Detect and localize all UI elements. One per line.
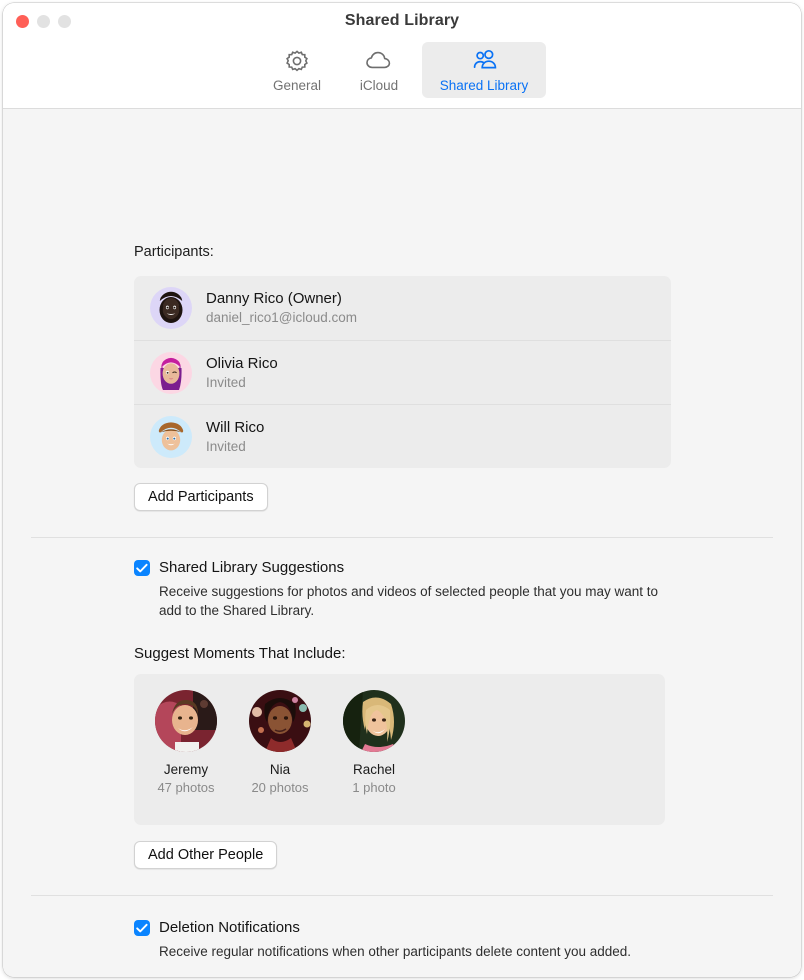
suggested-person-count: 20 photos (251, 780, 309, 795)
cloud-icon (364, 48, 394, 74)
deletion-notifications-checkbox[interactable] (134, 920, 150, 936)
preferences-content: Participants: Danny Rico (Owner) daniel_… (3, 109, 801, 977)
avatar-olivia (150, 351, 192, 394)
gear-icon (284, 48, 310, 74)
tab-shared-library-label: Shared Library (439, 78, 529, 93)
divider-1 (31, 537, 773, 538)
participant-name: Will Rico (206, 418, 265, 436)
avatar-danny (150, 287, 192, 329)
suggested-person-name: Nia (269, 762, 291, 777)
photo-rachel (343, 690, 405, 752)
avatar-will (150, 415, 192, 458)
window-title: Shared Library (344, 12, 460, 29)
tab-icloud[interactable]: iCloud (340, 42, 418, 98)
window-titlebar: Shared Library General iCloud Shared Lib… (3, 3, 801, 109)
participant-status: Invited (206, 374, 246, 390)
shared-library-suggestions-checkbox[interactable] (134, 560, 150, 576)
participant-status: daniel_rico1@icloud.com (206, 310, 358, 325)
photo-nia (249, 690, 311, 752)
participant-name: Danny Rico (Owner) (206, 290, 342, 307)
add-participants-button[interactable]: Add Participants (134, 483, 268, 511)
participant-info: Olivia Rico Invited (206, 355, 278, 391)
tab-icloud-label: iCloud (359, 78, 399, 93)
suggested-people-box: Jeremy 47 photos Nia 20 photos Rachel 1 … (134, 674, 665, 825)
divider-2 (31, 895, 773, 896)
participants-list: Danny Rico (Owner) daniel_rico1@icloud.c… (134, 276, 671, 468)
preferences-tab-bar: General iCloud Shared Library (3, 42, 801, 98)
participant-info: Will Rico Invited (206, 419, 264, 455)
people-icon (469, 48, 499, 74)
suggested-person[interactable]: Rachel 1 photo (343, 690, 405, 795)
participant-row[interactable]: Olivia Rico Invited (134, 340, 671, 404)
shared-library-suggestions-row[interactable]: Shared Library Suggestions Receive sugge… (134, 559, 674, 620)
deletion-notifications-description: Receive regular notifications when other… (159, 944, 632, 959)
participant-row[interactable]: Will Rico Invited (134, 404, 671, 468)
photo-jeremy (155, 690, 217, 752)
suggested-person-name: Rachel (352, 762, 396, 777)
suggested-person[interactable]: Nia 20 photos (249, 690, 311, 795)
participant-name: Olivia Rico (206, 354, 278, 372)
participant-info: Danny Rico (Owner) daniel_rico1@icloud.c… (206, 290, 357, 326)
suggested-person-name: Jeremy (163, 762, 209, 777)
deletion-notifications-label: Deletion Notifications (159, 919, 300, 936)
shared-library-suggestions-label: Shared Library Suggestions (159, 559, 345, 576)
participants-label: Participants: (134, 244, 214, 260)
suggested-person-count: 1 photo (352, 780, 396, 795)
participant-status: Invited (206, 438, 246, 454)
suggested-people-strip: Jeremy 47 photos Nia 20 photos Rachel 1 … (134, 674, 665, 795)
shared-library-suggestions-description: Receive suggestions for photos and video… (159, 584, 659, 618)
suggested-person[interactable]: Jeremy 47 photos (155, 690, 217, 795)
deletion-notifications-row[interactable]: Deletion Notifications Receive regular n… (134, 919, 674, 961)
tab-shared-library[interactable]: Shared Library (422, 42, 546, 98)
tab-general-label: General (272, 78, 322, 93)
add-other-people-button[interactable]: Add Other People (134, 841, 278, 869)
suggest-moments-label: Suggest Moments That Include: (134, 645, 346, 662)
preferences-window: Shared Library General iCloud Shared Lib… (3, 3, 801, 977)
tab-general[interactable]: General (258, 42, 336, 98)
suggested-person-count: 47 photos (157, 780, 215, 795)
participant-row[interactable]: Danny Rico (Owner) daniel_rico1@icloud.c… (134, 276, 671, 340)
